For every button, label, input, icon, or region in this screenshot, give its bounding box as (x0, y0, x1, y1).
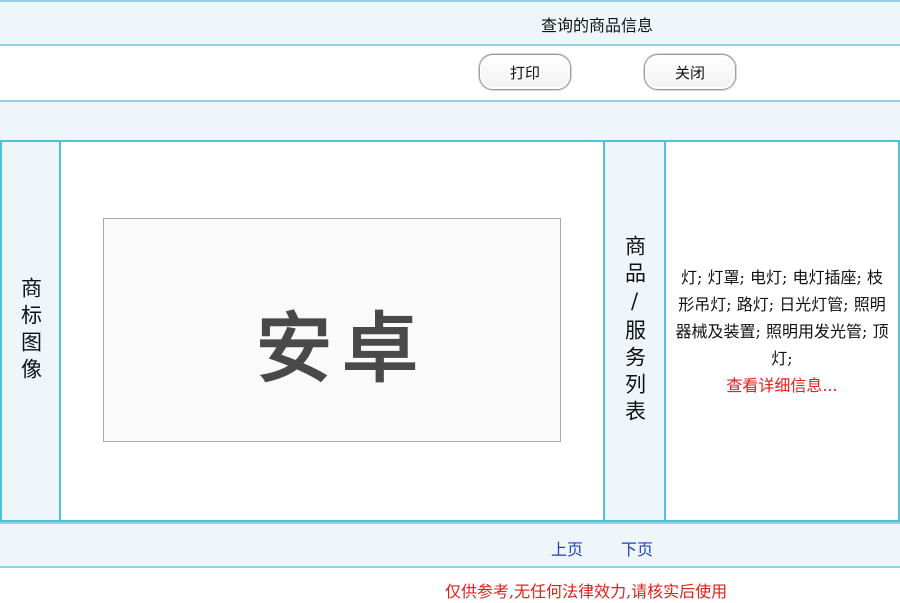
footer: 仅供参考,无任何法律效力,请核实后使用 (0, 566, 900, 603)
disclaimer-note: 仅供参考,无任何法律效力,请核实后使用 (445, 582, 728, 601)
trademark-image: 安卓 (103, 218, 561, 442)
page-title: 查询的商品信息 (541, 16, 654, 35)
trademark-image-label: 商标图像 (18, 277, 43, 385)
trademark-image-cell: 安卓 (61, 142, 603, 520)
trademark-image-label-cell: 商标图像 (0, 142, 61, 520)
toolbar: 打印 关闭 (0, 44, 900, 100)
goods-services-cell: 灯; 灯罩; 电灯; 电灯插座; 枝形吊灯; 路灯; 日光灯管; 照明器械及装置… (666, 142, 900, 520)
view-details-link[interactable]: 查看详细信息... (726, 372, 837, 399)
next-page-link[interactable]: 下页 (621, 536, 653, 560)
goods-services-list: 灯; 灯罩; 电灯; 电灯插座; 枝形吊灯; 路灯; 日光灯管; 照明器械及装置… (675, 267, 889, 368)
goods-services-label-cell: 商品/服务列表 (603, 142, 666, 520)
detail-table: 商标图像 安卓 商品/服务列表 灯; 灯罩; 电灯; 电灯插座; 枝形吊灯; 路… (0, 140, 900, 522)
print-button[interactable]: 打印 (479, 54, 571, 90)
prev-page-link[interactable]: 上页 (551, 536, 583, 560)
title-bar: 查询的商品信息 (0, 0, 900, 44)
close-button[interactable]: 关闭 (644, 54, 736, 90)
spacer-band (0, 100, 900, 140)
goods-services-label: 商品/服务列表 (622, 235, 647, 427)
trademark-mark-text: 安卓 (256, 304, 428, 393)
pager: 上页 下页 (0, 522, 900, 566)
